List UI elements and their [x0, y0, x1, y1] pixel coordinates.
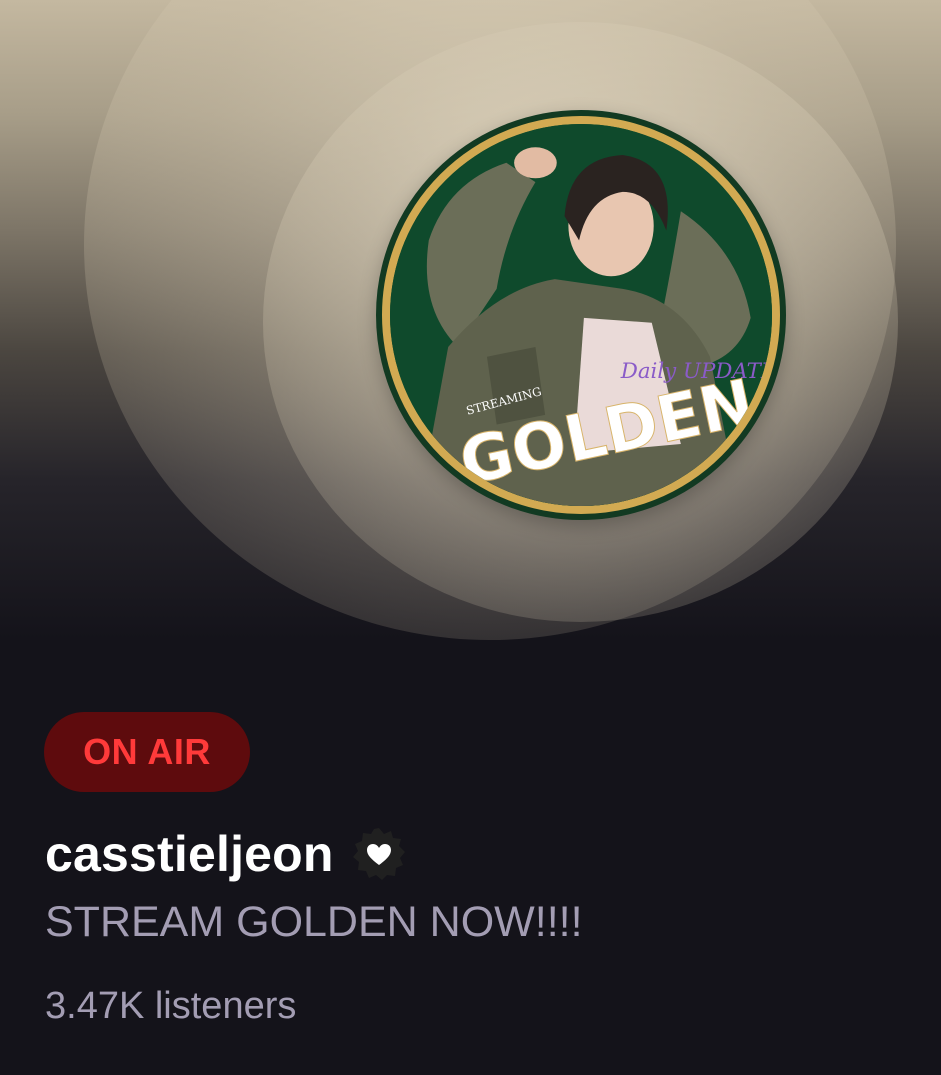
- header-backdrop: Daily UPDATE STREAMING GOLDEN: [0, 0, 941, 640]
- listener-count: 3.47K listeners: [45, 985, 297, 1027]
- host-row: casstieljeon: [45, 822, 406, 886]
- heart-seal-icon: [352, 827, 406, 881]
- avatar-artwork: Daily UPDATE STREAMING GOLDEN: [390, 124, 772, 506]
- on-air-badge: ON AIR: [44, 712, 250, 792]
- host-avatar[interactable]: Daily UPDATE STREAMING GOLDEN: [376, 110, 786, 520]
- host-username[interactable]: casstieljeon: [45, 825, 334, 883]
- room-title: STREAM GOLDEN NOW!!!!: [45, 898, 583, 946]
- avatar-illustration: Daily UPDATE STREAMING GOLDEN: [390, 124, 772, 506]
